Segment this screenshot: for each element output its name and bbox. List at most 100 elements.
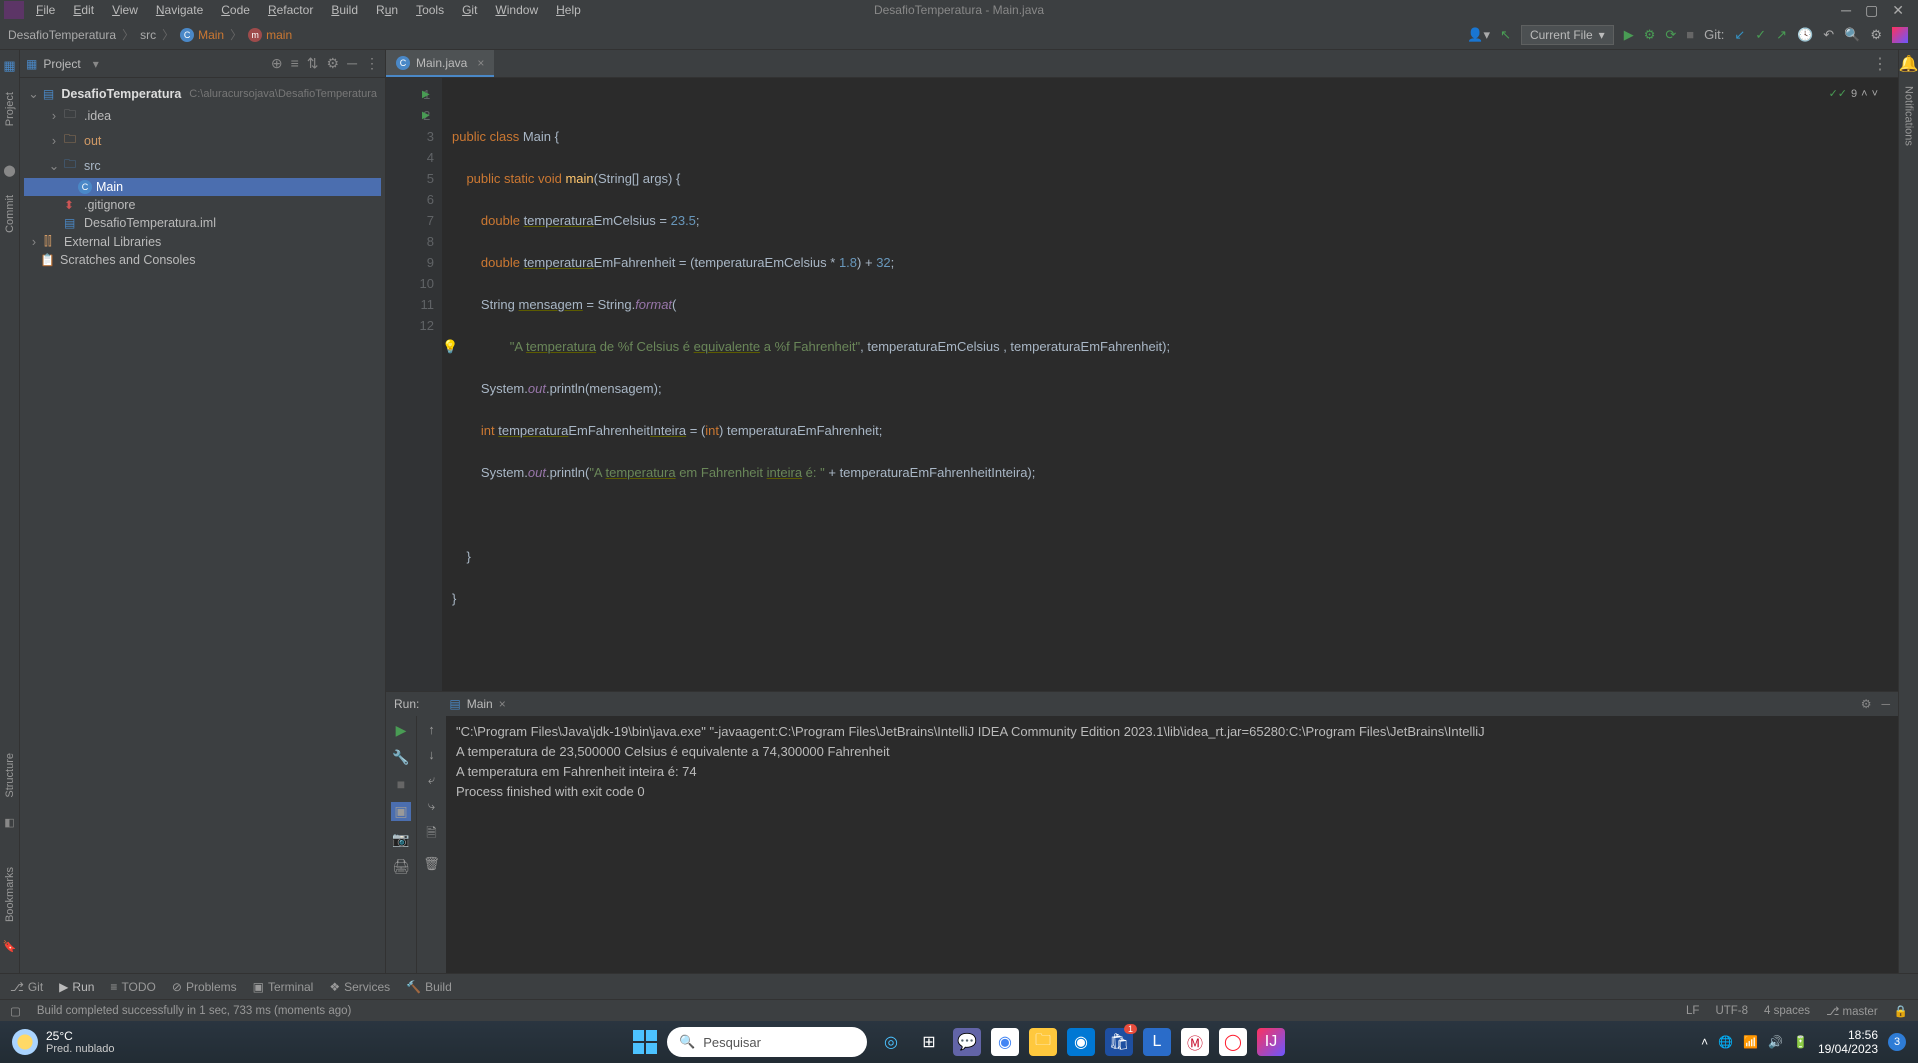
scroll-up-icon[interactable]: ↑	[428, 722, 435, 737]
status-lf[interactable]: LF	[1686, 1005, 1699, 1017]
menu-build[interactable]: Build	[331, 3, 358, 17]
commit-stripe-icon[interactable]: ⬤	[3, 164, 15, 177]
wrap-icon[interactable]: ⤶	[428, 772, 435, 788]
taskbar-intellij[interactable]: IJ	[1257, 1028, 1285, 1056]
project-stripe-label[interactable]: Project	[4, 92, 16, 126]
dock-icon[interactable]: ⋮	[365, 55, 379, 72]
menu-code[interactable]: Code	[221, 3, 250, 17]
btab-terminal[interactable]: ▣Terminal	[253, 980, 314, 994]
taskbar-store[interactable]: 🛍1	[1105, 1028, 1133, 1056]
minimize-icon[interactable]: ─	[1841, 2, 1851, 19]
expand-all-icon[interactable]: ≡	[291, 55, 299, 72]
camera-icon[interactable]: 📷	[392, 831, 409, 848]
taskbar-explorer[interactable]: 🗀	[1029, 1028, 1057, 1056]
tree-gitignore[interactable]: ⬍ .gitignore	[24, 196, 381, 214]
tray-battery-icon[interactable]: 🔋	[1793, 1035, 1808, 1049]
debug-button[interactable]: ⚙	[1644, 27, 1656, 43]
taskbar-chrome[interactable]: ◉	[991, 1028, 1019, 1056]
tray-clock[interactable]: 18:56 19/04/2023	[1818, 1028, 1878, 1056]
rerun-icon[interactable]: ▶	[396, 722, 407, 739]
scroll-down-icon[interactable]: ↓	[428, 747, 435, 762]
taskbar-search[interactable]: 🔍 Pesquisar	[667, 1027, 867, 1057]
tray-notifications[interactable]: 3	[1888, 1033, 1906, 1051]
btab-run[interactable]: ▶Run	[59, 980, 94, 994]
tabs-more-icon[interactable]: ⋮	[1872, 54, 1898, 74]
btab-todo[interactable]: ≡TODO	[110, 980, 155, 994]
inspection-badge[interactable]: ✓✓ 9 ˄ ˅	[1829, 84, 1878, 105]
revert-icon[interactable]: ↶	[1823, 27, 1834, 43]
tree-idea[interactable]: › 🗀 .idea	[24, 103, 381, 128]
gear-icon[interactable]: ⚙	[327, 55, 340, 72]
tree-out[interactable]: › 🗀 out	[24, 128, 381, 153]
gutter-run-icon[interactable]: ▶	[422, 84, 430, 105]
run-output[interactable]: "C:\Program Files\Java\jdk-19\bin\java.e…	[446, 716, 1898, 973]
git-commit-icon[interactable]: ✓	[1755, 27, 1766, 43]
menu-edit[interactable]: Edit	[73, 3, 94, 17]
structure-stripe-label[interactable]: Structure	[4, 753, 16, 798]
clear-icon[interactable]: 🗎	[426, 824, 436, 846]
menu-navigate[interactable]: Navigate	[156, 3, 203, 17]
tree-scratches[interactable]: 📋 Scratches and Consoles	[24, 251, 381, 269]
taskbar-opera[interactable]: ◯	[1219, 1028, 1247, 1056]
run-tab-main[interactable]: ▤ Main ×	[449, 697, 505, 711]
project-stripe-icon[interactable]: ▦	[3, 58, 15, 74]
taskbar-app-l[interactable]: L	[1143, 1028, 1171, 1056]
crumb-class[interactable]: Main	[198, 28, 224, 42]
commit-stripe-label[interactable]: Commit	[4, 195, 16, 233]
taskbar-taskview[interactable]: ⊞	[915, 1028, 943, 1056]
notifications-stripe-label[interactable]: Notifications	[1903, 86, 1915, 146]
back-icon[interactable]: ↖	[1500, 27, 1511, 43]
taskbar-weather[interactable]: 25°C Pred. nublado	[0, 1029, 115, 1055]
settings-icon[interactable]: ⚙	[1870, 27, 1882, 43]
tray-chevron-icon[interactable]: ˄	[1701, 1035, 1708, 1049]
stop-icon[interactable]: ■	[397, 776, 405, 792]
lock-icon[interactable]: 🔒	[1894, 1004, 1908, 1018]
crumb-project[interactable]: DesafioTemperatura	[8, 28, 116, 42]
menu-refactor[interactable]: Refactor	[268, 3, 313, 17]
collapse-all-icon[interactable]: ⇅	[307, 55, 319, 72]
coverage-button[interactable]: ⟳	[1665, 27, 1676, 43]
tree-external-libs[interactable]: › ⫿⫿ External Libraries	[24, 232, 381, 251]
status-branch[interactable]: ⎇ master	[1826, 1004, 1878, 1018]
status-encoding[interactable]: UTF-8	[1715, 1005, 1748, 1017]
intellij-icon[interactable]	[1892, 27, 1908, 43]
structure-stripe-icon[interactable]: ◧	[4, 816, 14, 829]
taskbar-copilot[interactable]: ◎	[877, 1028, 905, 1056]
git-pull-icon[interactable]: ↙	[1734, 27, 1745, 43]
code-editor[interactable]: 1 ▶ 2 ▶ 3456789101112 ✓✓ 9 ˄ ˅ public cl…	[386, 78, 1898, 691]
tool-icon[interactable]: 🔧	[392, 749, 409, 766]
btab-build[interactable]: 🔨Build	[406, 980, 452, 994]
run-settings-icon[interactable]: ⚙	[1861, 697, 1872, 711]
taskbar-chat[interactable]: 💬	[953, 1028, 981, 1056]
user-icon[interactable]: 👤▾	[1467, 27, 1490, 43]
delete-icon[interactable]: 🗑	[423, 856, 440, 872]
menu-git[interactable]: Git	[462, 3, 477, 17]
tree-main[interactable]: C Main	[24, 178, 381, 196]
btab-services[interactable]: ❖Services	[329, 980, 390, 994]
menu-file[interactable]: File	[36, 3, 55, 17]
menu-view[interactable]: View	[112, 3, 138, 17]
bookmarks-stripe-label[interactable]: Bookmarks	[4, 867, 16, 922]
search-icon[interactable]: 🔍	[1844, 27, 1860, 43]
run-config-dropdown[interactable]: Current File ▾	[1521, 25, 1614, 45]
intention-bulb-icon[interactable]: 💡	[442, 336, 458, 357]
close-icon[interactable]: ×	[499, 697, 506, 711]
editor-tab-main[interactable]: C Main.java ×	[386, 50, 494, 77]
tray-volume-icon[interactable]: 🔊	[1768, 1035, 1783, 1049]
taskbar-mcafee[interactable]: Ⓜ	[1181, 1028, 1209, 1056]
status-indent[interactable]: 4 spaces	[1764, 1005, 1810, 1017]
tray-language-icon[interactable]: 🌐	[1718, 1035, 1733, 1049]
chevron-down-icon[interactable]: ˅	[1872, 84, 1878, 105]
tray-wifi-icon[interactable]: 📶	[1743, 1035, 1758, 1049]
close-icon[interactable]: ✕	[1892, 2, 1904, 19]
btab-problems[interactable]: ⊘Problems	[172, 980, 237, 994]
run-button[interactable]: ▶	[1624, 27, 1634, 43]
run-hide-icon[interactable]: ─	[1881, 697, 1890, 711]
tree-src[interactable]: ⌄ 🗀 src	[24, 153, 381, 178]
crumb-method[interactable]: main	[266, 28, 292, 42]
menu-run[interactable]: Run	[376, 3, 398, 17]
project-view-dropdown[interactable]: ▾	[93, 57, 99, 71]
git-push-icon[interactable]: ↗	[1776, 27, 1787, 43]
stop-button[interactable]: ■	[1686, 27, 1694, 42]
status-icon[interactable]: ▢	[10, 1004, 21, 1018]
